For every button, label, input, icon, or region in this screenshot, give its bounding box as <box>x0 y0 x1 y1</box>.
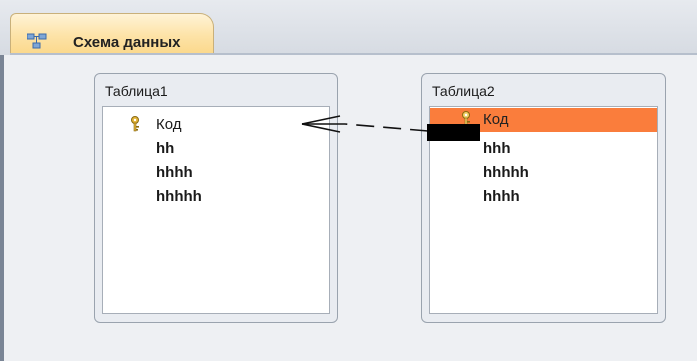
redaction-block <box>427 124 480 141</box>
relationship-line[interactable] <box>0 0 697 361</box>
